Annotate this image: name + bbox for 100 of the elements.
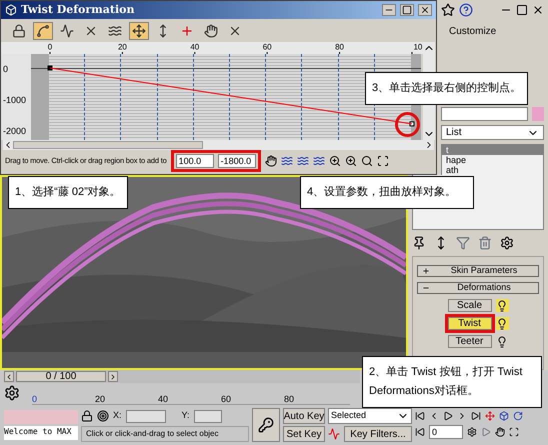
move-icon[interactable] bbox=[485, 411, 495, 421]
zoom-icon[interactable] bbox=[344, 155, 357, 167]
selection-dropdown[interactable]: Selected bbox=[328, 408, 412, 424]
wave-icon[interactable] bbox=[312, 155, 325, 167]
annotation-tooltip: 1、选择“藤 02”对象。 bbox=[8, 176, 128, 209]
maximize-viewport-icon[interactable] bbox=[509, 427, 519, 437]
modifier-stack-item[interactable]: ath bbox=[442, 165, 543, 175]
tool-button[interactable] bbox=[33, 22, 53, 40]
funnel-icon[interactable] bbox=[456, 236, 470, 250]
horizontal-scrollbar[interactable] bbox=[3, 140, 434, 150]
lock-icon bbox=[12, 24, 26, 38]
set-key-button[interactable]: Set Key bbox=[283, 426, 325, 442]
axis-label: 20 bbox=[118, 42, 127, 52]
control-point[interactable] bbox=[409, 121, 414, 126]
color-swatch[interactable] bbox=[532, 107, 544, 121]
tick-label: 40 bbox=[158, 393, 170, 404]
axis-label: 0 bbox=[48, 42, 52, 52]
go-to-start-icon[interactable] bbox=[415, 411, 425, 421]
window-title: Twist Deformation bbox=[21, 2, 134, 18]
wave-icon bbox=[108, 24, 122, 38]
maximize-icon[interactable] bbox=[516, 4, 528, 16]
tick-mark bbox=[194, 52, 196, 54]
modifier-stack-item[interactable]: t bbox=[442, 145, 543, 155]
message-field[interactable]: Welcome to MAX bbox=[4, 426, 78, 440]
hand-icon bbox=[204, 24, 218, 38]
curve-icon[interactable] bbox=[328, 428, 340, 440]
maximize-button[interactable] bbox=[400, 4, 414, 16]
frame-field[interactable]: 0 bbox=[429, 425, 463, 439]
plus-icon bbox=[422, 267, 430, 275]
wave-icon[interactable] bbox=[296, 155, 309, 167]
move-icon bbox=[132, 24, 146, 38]
search-icon[interactable] bbox=[360, 155, 373, 167]
cube-icon[interactable] bbox=[499, 411, 509, 421]
key-mode-icon[interactable] bbox=[415, 427, 425, 437]
play-icon[interactable] bbox=[443, 411, 453, 421]
axis-label: 60 bbox=[262, 42, 272, 52]
settings-icon[interactable] bbox=[467, 427, 477, 437]
y-value-field[interactable]: -1800.0 bbox=[218, 154, 256, 168]
control-point[interactable] bbox=[48, 65, 52, 70]
time-slider-track[interactable]: 0 / 100 bbox=[4, 370, 360, 383]
deformation-button[interactable]: Twist bbox=[448, 317, 492, 330]
tick-mark bbox=[122, 52, 123, 54]
close-icon[interactable] bbox=[532, 4, 544, 16]
tick-label: 60 bbox=[221, 393, 232, 404]
annotation-tooltip: 2、单击 Twist 按钮，打开 Twist Deformations对话框。 bbox=[362, 356, 542, 408]
maximize-icon bbox=[402, 5, 412, 15]
close-button[interactable] bbox=[418, 4, 432, 16]
time-slider-thumb[interactable]: 0 / 100 bbox=[16, 371, 106, 382]
deformation-button[interactable]: Teeter bbox=[448, 335, 492, 348]
orbit-icon[interactable] bbox=[513, 411, 523, 421]
modifier-stack-item[interactable]: hape bbox=[442, 155, 543, 165]
track-bar-icon[interactable] bbox=[4, 385, 20, 401]
next-button[interactable] bbox=[108, 371, 118, 382]
star-icon[interactable] bbox=[441, 2, 455, 17]
tool-button[interactable] bbox=[129, 22, 149, 40]
axis-label: -2000 bbox=[3, 126, 26, 136]
lock-icon[interactable] bbox=[81, 410, 93, 422]
key-icon bbox=[258, 417, 274, 433]
previous-button[interactable] bbox=[4, 371, 14, 382]
auto-key-button[interactable]: Auto Key bbox=[283, 408, 325, 424]
minimize-button[interactable] bbox=[382, 4, 396, 16]
modifier-list-dropdown[interactable]: List bbox=[441, 125, 544, 140]
lightbulb-icon bbox=[496, 336, 508, 348]
toggle-button[interactable] bbox=[496, 299, 508, 312]
zoom-icon[interactable] bbox=[328, 155, 341, 167]
axis-label: 10 bbox=[413, 42, 422, 52]
key-button[interactable] bbox=[252, 408, 280, 442]
hand-icon[interactable] bbox=[495, 427, 505, 437]
deformation-button[interactable]: Scale bbox=[448, 299, 492, 312]
pan-icon[interactable] bbox=[264, 155, 277, 167]
rollout-header[interactable]: Deformations bbox=[417, 282, 539, 294]
key-filters-button[interactable]: Key Filters... bbox=[344, 426, 412, 442]
wave-icon[interactable] bbox=[280, 155, 293, 167]
x-coordinate-field[interactable] bbox=[126, 410, 166, 422]
toggle-button[interactable] bbox=[496, 317, 508, 330]
app-icon bbox=[5, 4, 17, 16]
tick-label: 80 bbox=[284, 393, 296, 404]
y-coordinate-field[interactable] bbox=[194, 410, 222, 422]
zoom-region-icon[interactable] bbox=[376, 155, 389, 167]
axis-label: 80 bbox=[335, 42, 344, 52]
trash-icon[interactable] bbox=[478, 236, 492, 250]
help-icon[interactable] bbox=[459, 2, 473, 17]
close-icon bbox=[420, 5, 430, 15]
highlight-frame bbox=[444, 314, 494, 333]
pin-icon[interactable] bbox=[412, 236, 426, 250]
annotation-tooltip: 4、设置参数，扭曲放样对象。 bbox=[300, 176, 474, 209]
script-listener-field[interactable] bbox=[4, 410, 78, 424]
rollout-header[interactable]: Skin Parameters bbox=[417, 265, 539, 277]
timeline-ruler[interactable]: 0 20 40 60 80 bbox=[32, 385, 350, 405]
target-icon[interactable] bbox=[97, 410, 109, 422]
go-to-end-icon[interactable] bbox=[471, 411, 481, 421]
name-field[interactable] bbox=[441, 107, 528, 121]
tick-mark bbox=[411, 52, 412, 54]
triangle-icon[interactable] bbox=[481, 427, 491, 437]
line-icon bbox=[60, 24, 74, 38]
scrollbar-thumb[interactable] bbox=[13, 141, 203, 149]
menu-item[interactable]: Customize bbox=[441, 24, 544, 39]
toggle-button[interactable] bbox=[496, 335, 508, 348]
settings-icon[interactable] bbox=[500, 236, 514, 250]
x-value-field[interactable]: 100.0 bbox=[176, 154, 214, 168]
